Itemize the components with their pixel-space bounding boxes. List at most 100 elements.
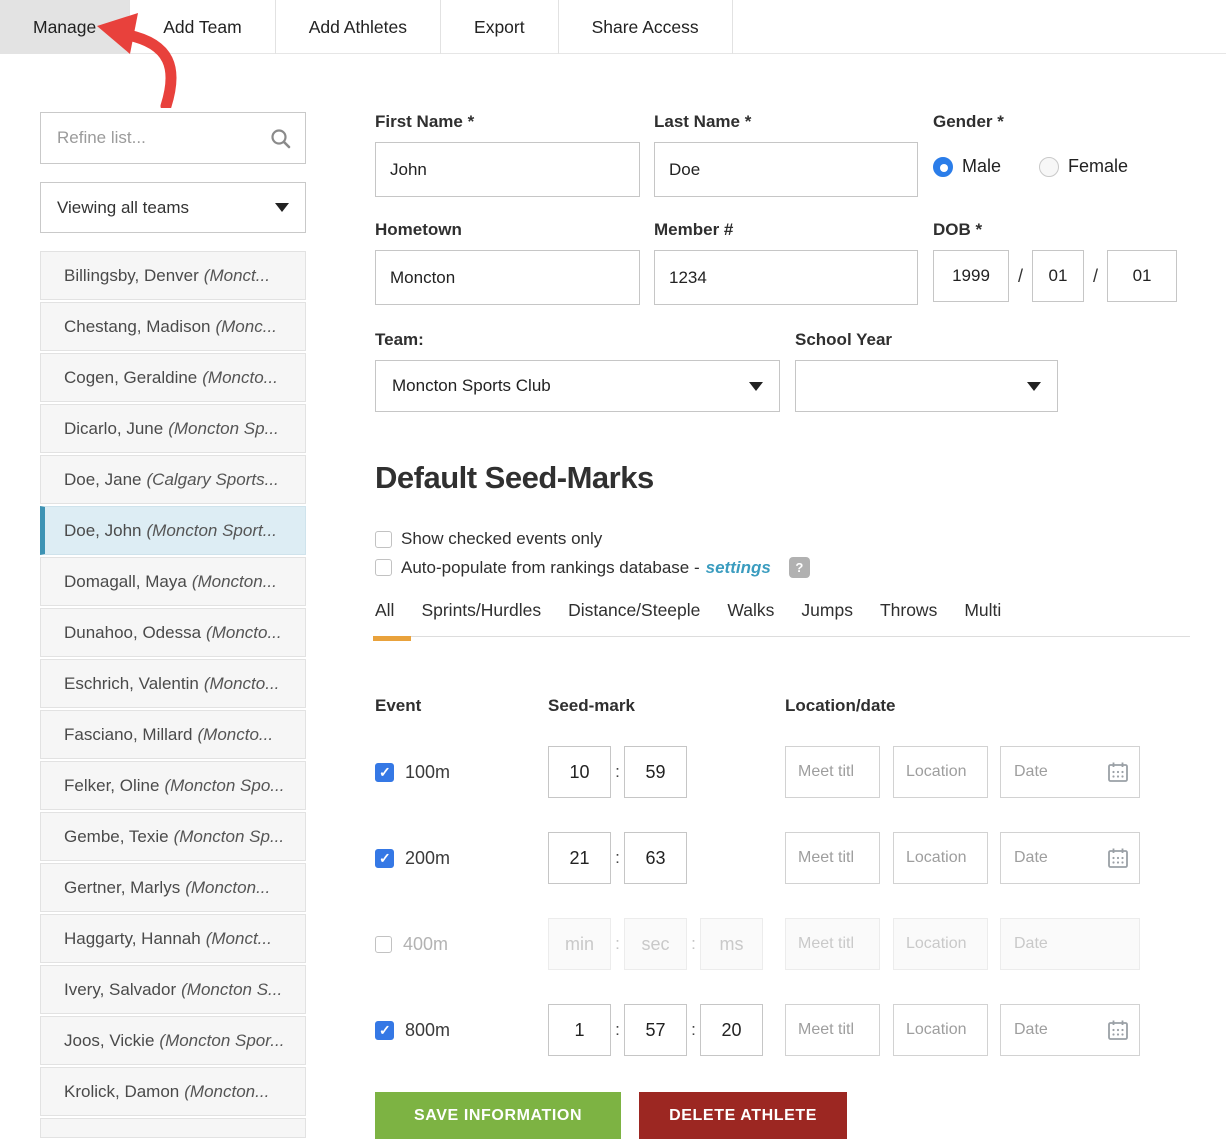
top-tab-label: Export: [474, 17, 525, 37]
location-input[interactable]: [893, 918, 988, 970]
athlete-list-item[interactable]: Domagall, Maya (Moncton...: [40, 557, 306, 606]
event-cell: 100m: [375, 746, 450, 798]
athlete-list-item[interactable]: Fasciano, Millard (Moncto...: [40, 710, 306, 759]
calendar-icon[interactable]: [1107, 761, 1129, 788]
seed-marks-tab[interactable]: Distance/Steeple: [568, 600, 700, 621]
settings-link[interactable]: settings: [706, 558, 771, 578]
seed-mark-input[interactable]: [624, 918, 687, 970]
meet-title-input[interactable]: [785, 1004, 880, 1056]
seed-mark-input[interactable]: [548, 918, 611, 970]
athlete-list-item[interactable]: Cogen, Geraldine (Moncto...: [40, 353, 306, 402]
first-name-field[interactable]: [375, 142, 640, 197]
school-year-select[interactable]: [795, 360, 1058, 412]
athlete-list-item[interactable]: Krolick, Damon (Moncton...: [40, 1067, 306, 1116]
athlete-list-item[interactable]: Eschrich, Valentin (Moncto...: [40, 659, 306, 708]
athlete-team: (Moncton Sp...: [168, 419, 279, 439]
gender-option-label: Male: [962, 156, 1001, 177]
autopopulate-checkbox[interactable]: [375, 559, 392, 576]
dob-label: DOB *: [933, 220, 982, 240]
athlete-list-item[interactable]: Billingsby, Denver (Monct...: [40, 251, 306, 300]
top-tab[interactable]: Share Access: [559, 0, 733, 54]
calendar-icon[interactable]: [1107, 847, 1129, 874]
calendar-icon[interactable]: [1107, 1019, 1129, 1046]
chevron-down-icon: [749, 382, 763, 391]
seed-mark-input[interactable]: [700, 1004, 763, 1056]
location-input[interactable]: [893, 746, 988, 798]
help-icon[interactable]: ?: [789, 557, 810, 578]
team-filter-value: Viewing all teams: [57, 198, 189, 218]
colon-separator: :: [687, 1020, 700, 1040]
seed-marks-tab[interactable]: Multi: [964, 600, 1001, 621]
seed-marks-tab[interactable]: Sprints/Hurdles: [421, 600, 541, 621]
event-checkbox[interactable]: [375, 1021, 394, 1040]
date-field[interactable]: [1000, 918, 1140, 970]
date-field[interactable]: [1000, 746, 1140, 798]
team-filter-dropdown[interactable]: Viewing all teams: [40, 182, 306, 233]
athlete-list-item[interactable]: Doe, John (Moncton Sport...: [40, 506, 306, 555]
athlete-form: First Name * Last Name * Gender * Male F…: [375, 108, 1190, 1140]
delete-athlete-button[interactable]: DELETE ATHLETE: [639, 1092, 847, 1139]
athlete-name: Dicarlo, June: [64, 419, 163, 439]
meet-title-input[interactable]: [785, 832, 880, 884]
seed-mark-input[interactable]: [624, 746, 687, 798]
athlete-list-item-partial[interactable]: [40, 1118, 306, 1138]
date-field[interactable]: [1000, 832, 1140, 884]
seed-mark-input[interactable]: [548, 832, 611, 884]
seed-mark-input[interactable]: [700, 918, 763, 970]
meet-title-input[interactable]: [785, 746, 880, 798]
top-tab[interactable]: Manage: [0, 0, 130, 54]
seed-row: 400m ::: [375, 918, 1190, 970]
top-tab[interactable]: Add Athletes: [276, 0, 441, 54]
team-select[interactable]: Moncton Sports Club: [375, 360, 780, 412]
top-tab[interactable]: Export: [441, 0, 559, 54]
athlete-list-item[interactable]: Gembe, Texie (Moncton Sp...: [40, 812, 306, 861]
date-field[interactable]: [1000, 1004, 1140, 1056]
location-input[interactable]: [893, 1004, 988, 1056]
seed-marks-tab[interactable]: All: [375, 600, 394, 621]
athlete-list-item[interactable]: Gertner, Marlys (Moncton...: [40, 863, 306, 912]
event-checkbox[interactable]: [375, 936, 392, 953]
athlete-list-item[interactable]: Haggarty, Hannah (Monct...: [40, 914, 306, 963]
member-field[interactable]: [654, 250, 918, 305]
athlete-list-item[interactable]: Dunahoo, Odessa (Moncto...: [40, 608, 306, 657]
radio-icon[interactable]: [933, 157, 953, 177]
chevron-down-icon: [275, 203, 289, 212]
seed-marks-tab[interactable]: Walks: [727, 600, 774, 621]
seed-row: 100m :: [375, 746, 1190, 798]
member-label: Member #: [654, 220, 733, 240]
athlete-list-item[interactable]: Joos, Vickie (Moncton Spor...: [40, 1016, 306, 1065]
dob-month-field[interactable]: [1032, 250, 1084, 302]
athlete-list-item[interactable]: Ivery, Salvador (Moncton S...: [40, 965, 306, 1014]
event-checkbox[interactable]: [375, 763, 394, 782]
hometown-field[interactable]: [375, 250, 640, 305]
team-label: Team:: [375, 330, 424, 350]
dob-year-field[interactable]: [933, 250, 1009, 302]
seed-mark-input[interactable]: [548, 1004, 611, 1056]
athlete-list-item[interactable]: Doe, Jane (Calgary Sports...: [40, 455, 306, 504]
athlete-list-item[interactable]: Dicarlo, June (Moncton Sp...: [40, 404, 306, 453]
event-checkbox[interactable]: [375, 849, 394, 868]
dob-separator: /: [1093, 266, 1098, 287]
athlete-list-item[interactable]: Chestang, Madison (Monc...: [40, 302, 306, 351]
seed-mark-input[interactable]: [548, 746, 611, 798]
seed-marks-tab[interactable]: Throws: [880, 600, 937, 621]
save-information-button[interactable]: SAVE INFORMATION: [375, 1092, 621, 1139]
gender-radio-option[interactable]: Female: [1039, 156, 1128, 177]
athlete-list-item[interactable]: Felker, Oline (Moncton Spo...: [40, 761, 306, 810]
last-name-field[interactable]: [654, 142, 918, 197]
refine-list-searchbox[interactable]: [40, 112, 306, 164]
search-input[interactable]: [41, 113, 305, 163]
dob-day-field[interactable]: [1107, 250, 1177, 302]
seed-mark-input[interactable]: [624, 832, 687, 884]
seed-marks-tab[interactable]: Jumps: [801, 600, 853, 621]
meet-title-input[interactable]: [785, 918, 880, 970]
seed-mark-input[interactable]: [624, 1004, 687, 1056]
top-tab[interactable]: Add Team: [130, 0, 275, 54]
show-checked-checkbox[interactable]: [375, 531, 392, 548]
gender-radio-option[interactable]: Male: [933, 156, 1001, 177]
date-input[interactable]: [1001, 919, 1139, 969]
athlete-name: Dunahoo, Odessa: [64, 623, 201, 643]
radio-icon[interactable]: [1039, 157, 1059, 177]
location-input[interactable]: [893, 832, 988, 884]
top-tab-label: Manage: [33, 17, 96, 37]
